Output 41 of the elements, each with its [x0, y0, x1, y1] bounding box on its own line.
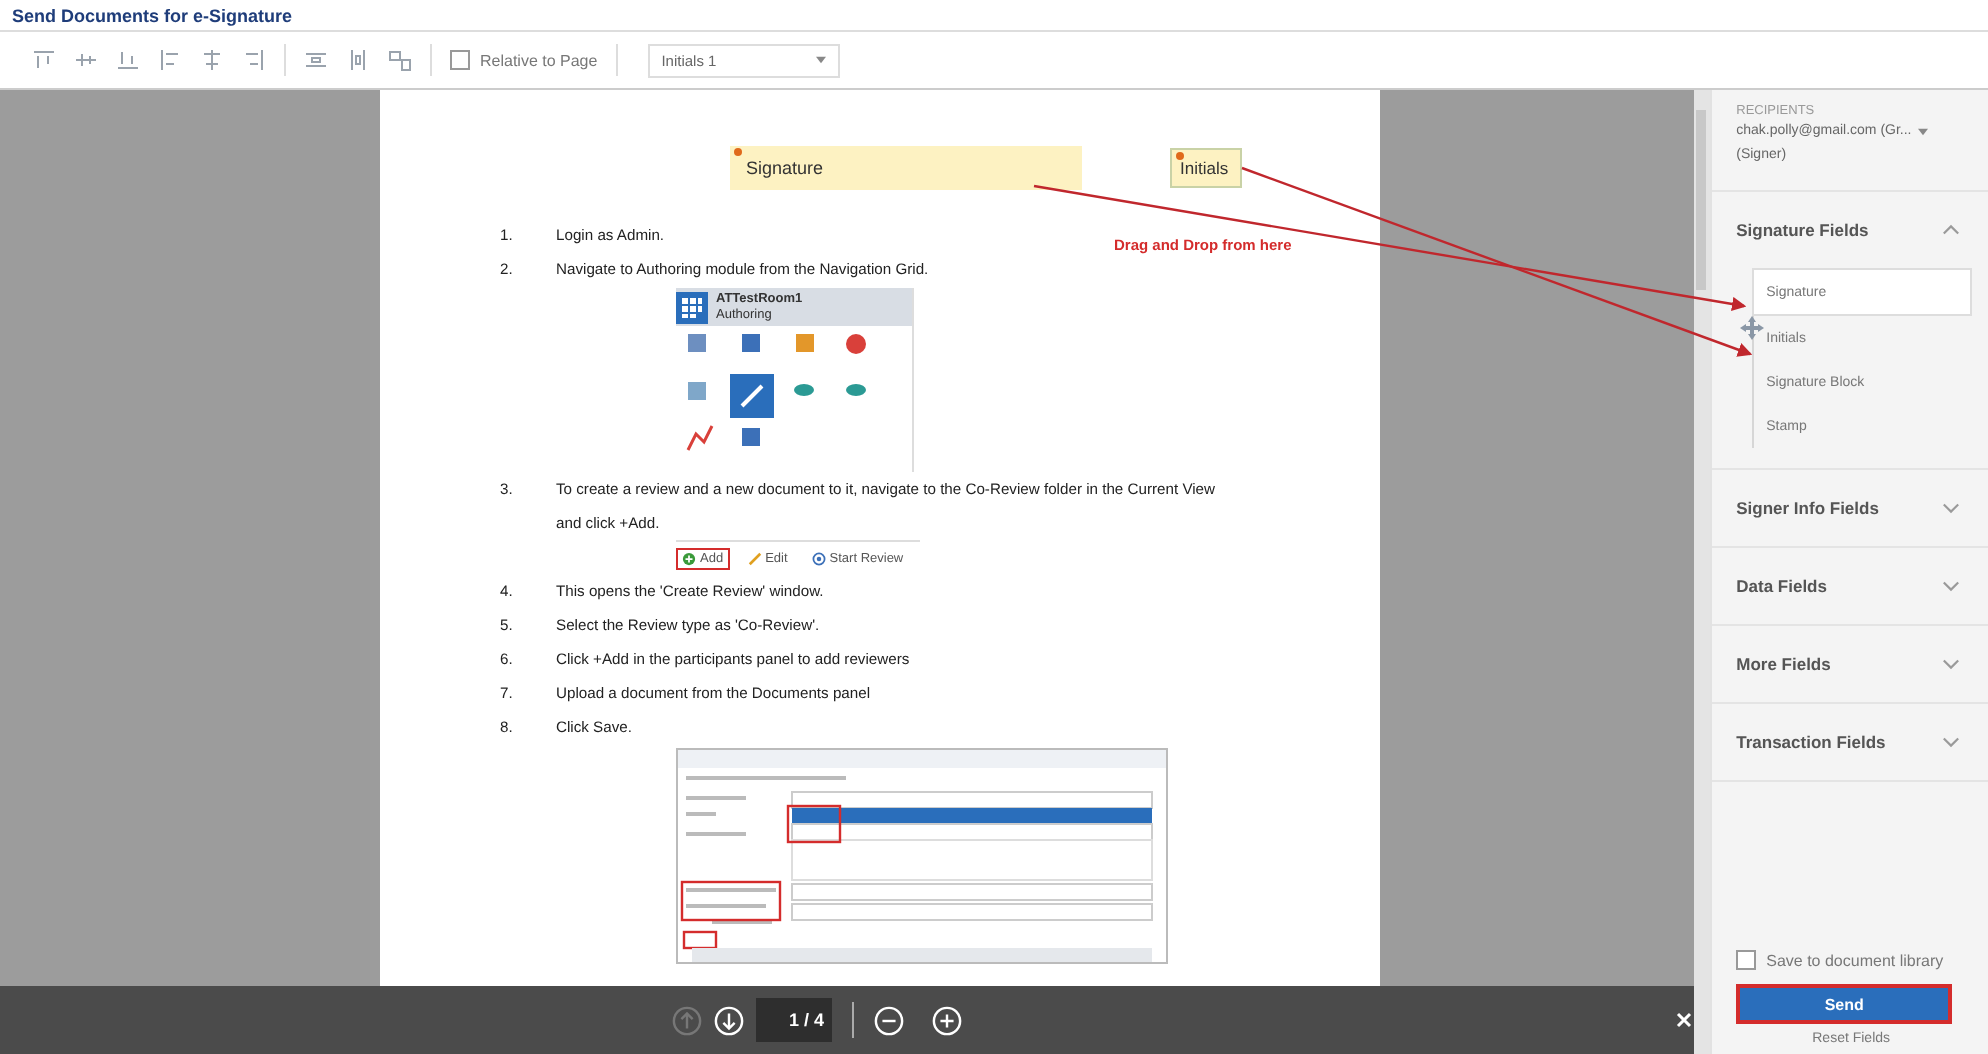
- signature-field[interactable]: Signature: [730, 146, 1082, 190]
- alignment-icon[interactable]: [242, 48, 266, 72]
- pencil-icon: [747, 552, 762, 566]
- initials-field[interactable]: Initials: [1170, 148, 1242, 188]
- relative-to-page-checkbox[interactable]: [450, 50, 470, 70]
- alignment-icon[interactable]: [388, 48, 412, 72]
- checkbox-label: Relative to Page: [480, 51, 598, 69]
- move-cursor-icon: [1740, 316, 1764, 340]
- alignment-icon[interactable]: [32, 48, 56, 72]
- save-to-library-checkbox[interactable]: [1736, 950, 1757, 970]
- circle-dot-icon: [811, 552, 826, 566]
- expand-icon: [1941, 502, 1960, 514]
- previous-page-icon[interactable]: [672, 1005, 702, 1035]
- checkbox-label: Save to document library: [1766, 951, 1944, 969]
- section-header[interactable]: Signer Info Fields: [1712, 470, 1988, 546]
- send-button[interactable]: Send: [1736, 984, 1953, 1024]
- section-header[interactable]: Signature Fields: [1712, 192, 1988, 268]
- section-header[interactable]: Transaction Fields: [1712, 704, 1988, 780]
- next-page-icon[interactable]: [714, 1005, 744, 1035]
- section-header[interactable]: More Fields: [1712, 626, 1988, 702]
- alignment-icon[interactable]: [346, 48, 370, 72]
- plus-circle-icon: [682, 552, 696, 566]
- expand-icon: [1941, 736, 1960, 748]
- dropdown-caret-icon[interactable]: [1917, 128, 1928, 136]
- alignment-icon[interactable]: [74, 48, 98, 72]
- expand-icon: [1941, 580, 1960, 592]
- section-header[interactable]: Data Fields: [1712, 548, 1988, 624]
- alignment-icon[interactable]: [304, 48, 328, 72]
- zoom-in-icon[interactable]: [932, 1005, 962, 1035]
- alignment-icon[interactable]: [200, 48, 224, 72]
- collapse-icon: [1941, 224, 1960, 236]
- grid-icon: [676, 291, 708, 323]
- close-icon[interactable]: [1676, 1012, 1692, 1028]
- zoom-out-icon[interactable]: [874, 1005, 904, 1035]
- expand-icon: [1941, 658, 1960, 670]
- scrollbar[interactable]: [1694, 90, 1711, 1054]
- page-number-field[interactable]: 1 / 4: [756, 998, 832, 1042]
- dropdown-caret-icon[interactable]: [815, 56, 826, 64]
- alignment-icon[interactable]: [158, 48, 182, 72]
- window-title: Send Documents for e-Signature: [12, 5, 293, 25]
- alignment-icon[interactable]: [116, 48, 140, 72]
